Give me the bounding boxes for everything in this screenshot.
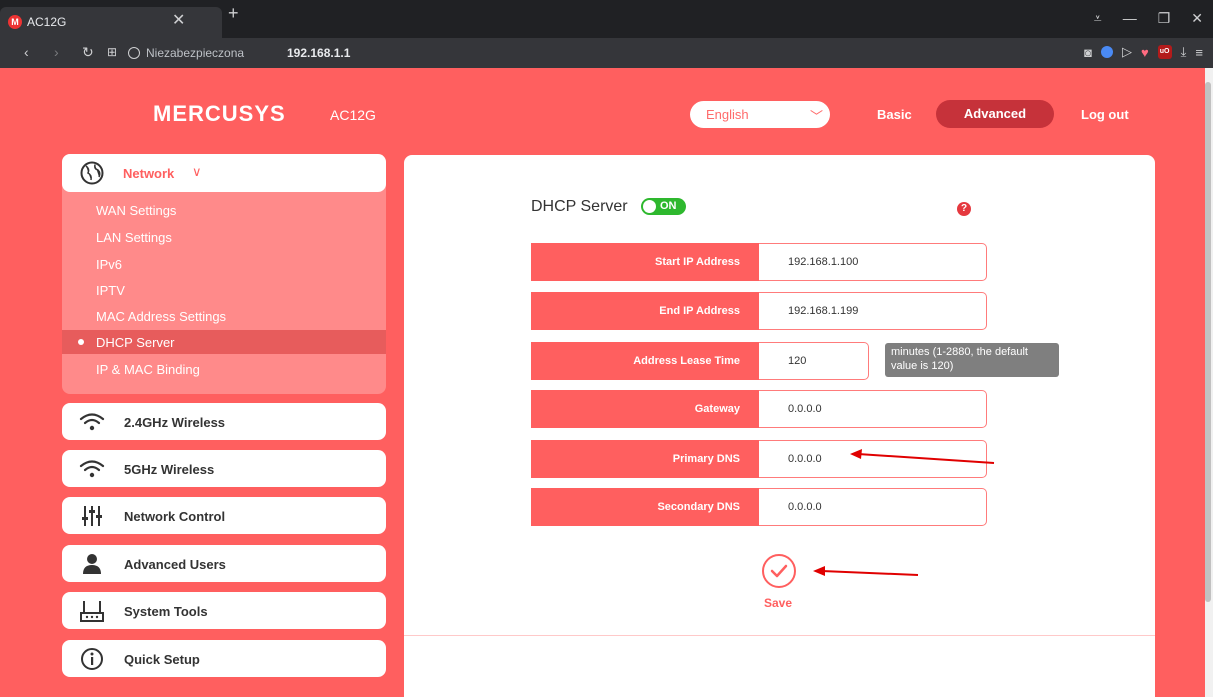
send-icon[interactable]: ▷ <box>1122 44 1132 60</box>
sidebar-item-dhcp-server[interactable]: DHCP Server <box>96 335 175 350</box>
lease-time-hint: minutes (1-2880, the default value is 12… <box>885 343 1059 377</box>
sidebar-item-network[interactable]: Network ∨ <box>62 154 386 192</box>
sidebar-item-system-tools[interactable]: System Tools <box>62 592 386 629</box>
restore-icon[interactable]: ❐ <box>1158 10 1171 27</box>
sidebar-item-iptv[interactable]: IPTV <box>96 283 125 298</box>
gateway-label: Gateway <box>531 390 759 428</box>
mercusys-logo: MERCUSYS <box>153 101 286 126</box>
sidebar-item-5g-wireless[interactable]: 5GHz Wireless <box>62 450 386 487</box>
chevron-down-icon: ∨ <box>192 164 202 179</box>
sidebar-network-label: Network <box>123 166 175 181</box>
logout-link[interactable]: Log out <box>1081 107 1129 122</box>
url-host[interactable]: 192.168.1.1 <box>287 46 350 60</box>
shield-icon[interactable] <box>1100 46 1113 58</box>
advanced-tab[interactable]: Advanced <box>936 100 1054 128</box>
minimize-icon[interactable]: — <box>1123 10 1137 27</box>
user-icon <box>83 554 101 574</box>
browser-tab-bar: M AC12G ✕ + ⩡ — ❐ ✕ <box>0 0 1213 38</box>
save-label[interactable]: Save <box>764 596 792 610</box>
primary-dns-input[interactable] <box>759 440 987 478</box>
lease-time-label: Address Lease Time <box>531 342 759 380</box>
sidebar-network-control-label: Network Control <box>124 509 226 524</box>
scrollbar-thumb[interactable] <box>1205 82 1211 602</box>
end-ip-label: End IP Address <box>531 292 759 330</box>
heart-icon[interactable]: ♥ <box>1141 45 1149 60</box>
wifi-icon <box>79 460 105 478</box>
sidebar-item-advanced-users[interactable]: Advanced Users <box>62 545 386 582</box>
model-name: AC12G <box>330 107 376 123</box>
lease-time-input[interactable] <box>759 342 869 380</box>
new-tab-icon[interactable]: + <box>228 4 239 22</box>
url-security-label[interactable]: Niezabezpieczona <box>146 46 244 60</box>
dhcp-server-title: DHCP Server <box>531 198 628 215</box>
start-ip-label: Start IP Address <box>531 243 759 281</box>
sidebar-item-mac-address-settings[interactable]: MAC Address Settings <box>96 309 226 324</box>
dhcp-server-toggle[interactable]: ON <box>641 198 686 215</box>
browser-toolbar: ‹ › ↻ ⊞ Niezabezpieczona 192.168.1.1 ◙ ▷… <box>0 38 1213 68</box>
sidebar-system-tools-label: System Tools <box>124 604 208 619</box>
globe-icon[interactable] <box>128 47 140 59</box>
globe-icon <box>80 161 104 185</box>
sidebar-item-ipv6[interactable]: IPv6 <box>96 257 122 272</box>
secondary-dns-label: Secondary DNS <box>531 488 759 526</box>
extension-icons: ◙ ▷ ♥ uO ⤓ ≡ <box>1084 44 1203 60</box>
camera-icon[interactable]: ◙ <box>1084 45 1092 60</box>
sidebar-2g-label: 2.4GHz Wireless <box>124 415 226 430</box>
toggle-state-label: ON <box>660 200 677 212</box>
ublock-icon[interactable]: uO <box>1157 45 1172 59</box>
secondary-dns-input[interactable] <box>759 488 987 526</box>
sidebar-5g-label: 5GHz Wireless <box>124 462 215 477</box>
page-scrollbar[interactable] <box>1205 68 1213 697</box>
checkmark-icon <box>770 564 788 578</box>
download-icon[interactable]: ⤓ <box>1181 44 1187 60</box>
sidebar-item-2g-wireless[interactable]: 2.4GHz Wireless <box>62 403 386 440</box>
gateway-input[interactable] <box>759 390 987 428</box>
end-ip-input[interactable] <box>759 292 987 330</box>
save-button[interactable] <box>762 554 796 588</box>
browser-tab[interactable]: M AC12G ✕ <box>0 7 222 38</box>
wifi-icon <box>79 413 105 431</box>
language-select[interactable]: English ﹀ <box>690 101 830 128</box>
router-icon <box>80 601 104 622</box>
menu-icon[interactable]: ≡ <box>1195 45 1203 60</box>
close-window-icon[interactable]: ✕ <box>1191 10 1203 27</box>
sidebar-item-lan-settings[interactable]: LAN Settings <box>96 230 172 245</box>
window-controls: ⩡ — ❐ ✕ <box>1094 10 1203 27</box>
forward-icon[interactable]: › <box>54 43 59 61</box>
tab-title: AC12G <box>27 15 67 29</box>
speed-dial-icon[interactable]: ⊞ <box>107 43 117 61</box>
panel-divider <box>404 635 1155 636</box>
chevron-down-icon: ﹀ <box>810 109 824 124</box>
info-icon <box>81 648 103 670</box>
back-icon[interactable]: ‹ <box>24 43 29 61</box>
reload-icon[interactable]: ↻ <box>82 43 94 61</box>
toggle-knob <box>643 200 656 213</box>
language-value: English <box>706 107 749 122</box>
sidebar-advanced-users-label: Advanced Users <box>124 557 226 572</box>
primary-dns-label: Primary DNS <box>531 440 759 478</box>
sidebar-item-ip-mac-binding[interactable]: IP & MAC Binding <box>96 362 200 377</box>
sidebar-item-wan-settings[interactable]: WAN Settings <box>96 203 176 218</box>
sidebar-item-quick-setup[interactable]: Quick Setup <box>62 640 386 677</box>
sidebar-quick-setup-label: Quick Setup <box>124 652 200 667</box>
active-dot-icon <box>78 339 84 345</box>
tab-close-icon[interactable]: ✕ <box>172 13 185 29</box>
sidebar-item-network-control[interactable]: Network Control <box>62 497 386 534</box>
sliders-icon <box>82 506 102 526</box>
basic-tab[interactable]: Basic <box>877 107 912 122</box>
help-icon[interactable]: ? <box>957 202 971 216</box>
tab-favicon-icon: M <box>8 15 22 29</box>
start-ip-input[interactable] <box>759 243 987 281</box>
tab-search-icon[interactable]: ⩡ <box>1094 10 1102 27</box>
